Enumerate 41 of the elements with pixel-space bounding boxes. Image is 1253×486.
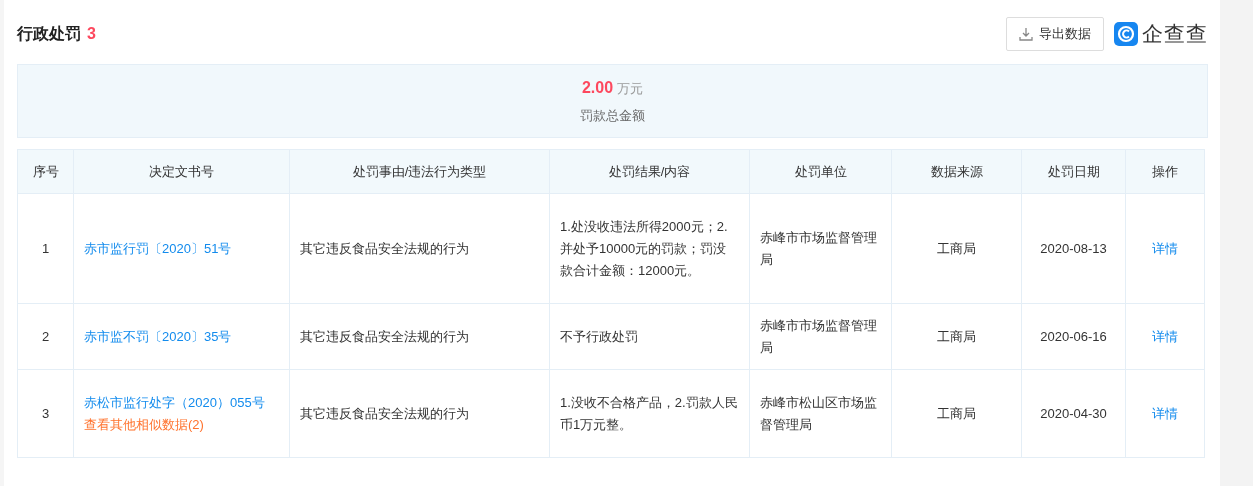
fine-amount: 2.00 (581, 78, 614, 99)
column-header: 数据来源 (891, 149, 1022, 194)
details-link[interactable]: 详情 (1152, 328, 1178, 344)
similar-data-link[interactable]: 查看其他相似数据(2) (84, 413, 204, 436)
brand-name: 企查查 (1142, 21, 1208, 48)
export-button[interactable]: 导出数据 (1006, 17, 1104, 51)
details-link[interactable]: 详情 (1152, 405, 1178, 421)
column-header: 操作 (1125, 149, 1205, 194)
logo-icon (1114, 22, 1138, 46)
column-header: 处罚单位 (749, 149, 892, 194)
record-count: 3 (87, 24, 96, 44)
column-header: 处罚事由/违法行为类型 (289, 149, 550, 194)
table-cell: 1.没收不合格产品，2.罚款人民币1万元整。 (549, 369, 750, 458)
amount-unit: 万元 (617, 80, 644, 99)
table-cell: 工商局 (891, 193, 1022, 304)
table-cell: 2 (17, 303, 74, 370)
document-link[interactable]: 赤松市监行处字（2020）055号 (84, 391, 265, 414)
table-cell: 赤峰市松山区市场监督管理局 (749, 369, 892, 458)
table-cell: 1.处没收违法所得2000元；2.并处予10000元的罚款；罚没款合计金额：12000元。 (549, 193, 750, 304)
table-cell: 其它违反食品安全法规的行为 (289, 193, 550, 304)
table-cell: 2020-08-13 (1021, 193, 1126, 304)
document-link[interactable]: 赤市监行罚〔2020〕51号 (84, 237, 232, 260)
column-header: 处罚结果/内容 (549, 149, 750, 194)
table-cell: 其它违反食品安全法规的行为 (289, 369, 550, 458)
table-cell: 工商局 (891, 303, 1022, 370)
table-cell: 不予行政处罚 (549, 303, 750, 370)
table-cell: 2020-06-16 (1021, 303, 1126, 370)
column-header: 处罚日期 (1021, 149, 1126, 194)
details-link[interactable]: 详情 (1152, 240, 1178, 256)
download-icon (1019, 27, 1033, 41)
table-cell: 赤峰市市场监督管理局 (749, 193, 892, 304)
table-cell: 工商局 (891, 369, 1022, 458)
summary-label: 罚款总金额 (580, 107, 645, 126)
column-header: 序号 (17, 149, 74, 194)
table-cell: 赤峰市市场监督管理局 (749, 303, 892, 370)
table-cell: 2020-04-30 (1021, 369, 1126, 458)
table-cell: 其它违反食品安全法规的行为 (289, 303, 550, 370)
section-title: 行政处罚 (17, 24, 81, 44)
table-cell: 3 (17, 369, 74, 458)
table-cell: 1 (17, 193, 74, 304)
column-header: 决定文书号 (73, 149, 290, 194)
